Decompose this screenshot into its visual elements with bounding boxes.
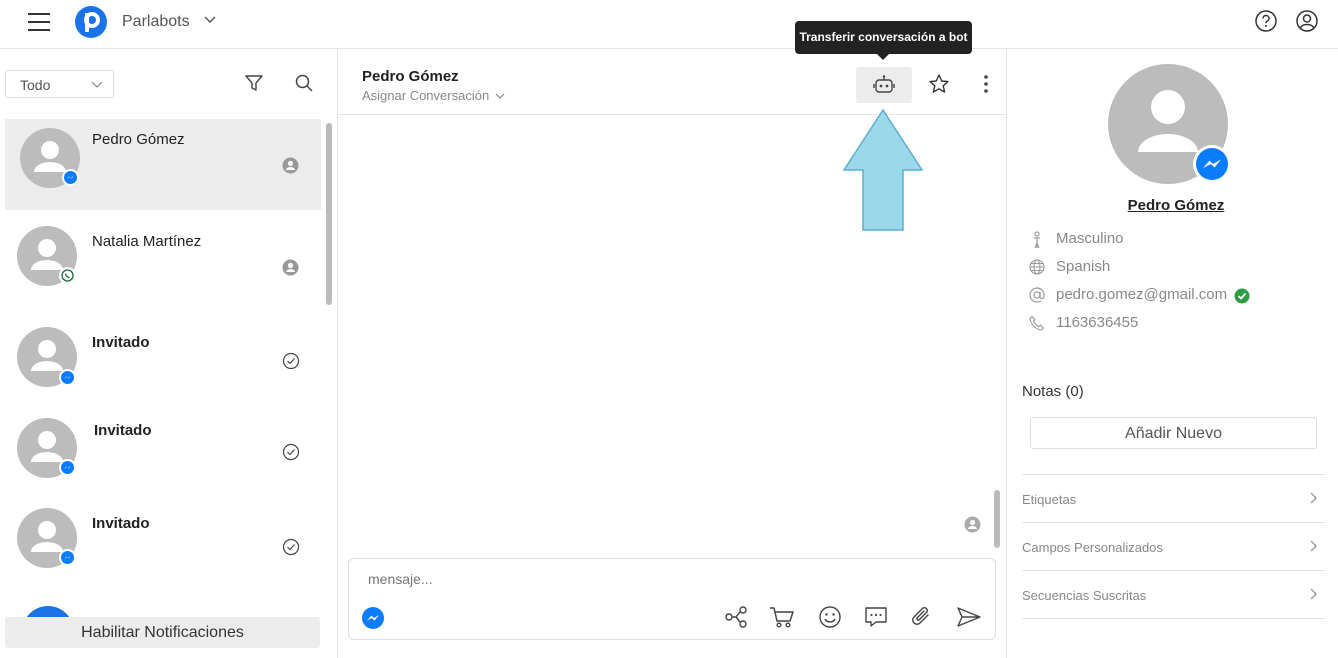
parlabots-logo xyxy=(75,6,107,38)
conversation-item[interactable]: Invitado xyxy=(5,317,321,408)
custom-fields-section[interactable]: Campos Personalizados xyxy=(1022,522,1325,570)
more-options-icon[interactable] xyxy=(981,73,991,95)
conversation-name: Natalia Martínez xyxy=(92,233,202,250)
check-circle-icon xyxy=(282,538,300,556)
profile-name[interactable]: Pedro Gómez xyxy=(1007,197,1338,214)
user-icon xyxy=(964,516,981,533)
assign-conversation-dropdown[interactable]: Asignar Conversación xyxy=(362,88,505,103)
search-icon[interactable] xyxy=(294,73,314,93)
up-arrow-annotation xyxy=(842,108,924,231)
brand-name[interactable]: Parlabots xyxy=(122,13,190,31)
messenger-icon xyxy=(59,549,76,566)
add-note-button[interactable]: Añadir Nuevo xyxy=(1030,417,1317,449)
attachment-icon[interactable] xyxy=(911,605,933,629)
conversation-item[interactable]: Natalia Martínez xyxy=(5,217,321,308)
tags-section[interactable]: Etiquetas xyxy=(1022,474,1325,522)
chat-contact-name: Pedro Gómez xyxy=(362,68,459,85)
menu-icon[interactable] xyxy=(28,13,50,31)
messenger-icon xyxy=(59,369,76,386)
person-icon xyxy=(1034,231,1040,249)
phone-text: 1163636455 xyxy=(1056,314,1139,331)
message-composer xyxy=(348,558,996,640)
user-icon xyxy=(282,157,299,174)
conversation-item[interactable]: Pedro Gómez xyxy=(5,119,321,210)
section-label: Secuencias Suscritas xyxy=(1022,588,1147,603)
send-icon[interactable] xyxy=(956,605,982,629)
chat-scrollbar[interactable] xyxy=(994,490,1000,548)
messenger-icon xyxy=(59,459,76,476)
transfer-to-bot-tooltip: Transferir conversación a bot xyxy=(795,21,972,60)
conversation-list-scrollbar[interactable] xyxy=(326,123,332,305)
contact-profile-panel: Pedro Gómez Masculino Spanish pedro.gome… xyxy=(1007,49,1338,658)
language-text: Spanish xyxy=(1056,258,1111,275)
conversation-name: Invitado xyxy=(92,515,150,532)
flow-share-icon[interactable] xyxy=(724,605,748,629)
messenger-icon[interactable] xyxy=(362,607,384,629)
messenger-icon xyxy=(62,169,79,186)
chevron-right-icon xyxy=(1310,588,1317,600)
at-icon xyxy=(1029,287,1045,303)
conversation-item[interactable]: Invitado xyxy=(5,499,321,590)
chevron-down-icon[interactable] xyxy=(203,12,217,26)
chevron-down-icon xyxy=(91,81,103,88)
robot-icon xyxy=(873,75,895,93)
chevron-right-icon xyxy=(1310,540,1317,552)
top-bar: Parlabots xyxy=(0,0,1338,49)
user-icon xyxy=(282,259,299,276)
chevron-down-icon xyxy=(495,93,505,99)
whatsapp-icon xyxy=(59,267,76,284)
divider xyxy=(1022,618,1325,619)
conversation-list-panel: Todo Pedro Gómez Natalia Martínez Invita… xyxy=(0,49,338,658)
message-input[interactable] xyxy=(368,571,968,587)
star-icon[interactable] xyxy=(928,73,950,95)
conversation-name: Pedro Gómez xyxy=(92,131,185,148)
phone-icon xyxy=(1029,315,1045,331)
quick-reply-icon[interactable] xyxy=(864,605,888,629)
email-text: pedro.gomez@gmail.com xyxy=(1056,286,1228,303)
subscribed-sequences-section[interactable]: Secuencias Suscritas xyxy=(1022,570,1325,618)
section-label: Etiquetas xyxy=(1022,492,1077,507)
help-icon[interactable] xyxy=(1254,9,1278,33)
notes-title: Notas (0) xyxy=(1022,383,1084,400)
chevron-right-icon xyxy=(1310,492,1317,504)
conversation-item[interactable]: Invitado xyxy=(5,407,321,498)
conversation-name: Invitado xyxy=(92,334,150,351)
check-circle-icon xyxy=(282,443,300,461)
filter-icon[interactable] xyxy=(244,73,264,93)
chat-header: Pedro Gómez Asignar Conversación xyxy=(338,49,1007,115)
transfer-to-bot-button[interactable] xyxy=(856,67,912,103)
messenger-icon xyxy=(1193,145,1231,183)
gender-text: Masculino xyxy=(1056,230,1124,247)
check-circle-icon xyxy=(282,352,300,370)
conversation-filter-select[interactable]: Todo xyxy=(5,70,114,98)
verified-check-icon xyxy=(1234,288,1250,304)
assign-conversation-label: Asignar Conversación xyxy=(362,88,490,103)
account-icon[interactable] xyxy=(1295,9,1319,33)
globe-icon xyxy=(1029,259,1045,275)
emoji-icon[interactable] xyxy=(818,605,842,629)
cart-icon[interactable] xyxy=(769,605,795,629)
enable-notifications-button[interactable]: Habilitar Notificaciones xyxy=(5,617,320,648)
section-label: Campos Personalizados xyxy=(1022,540,1163,555)
conversation-name: Invitado xyxy=(94,422,152,439)
